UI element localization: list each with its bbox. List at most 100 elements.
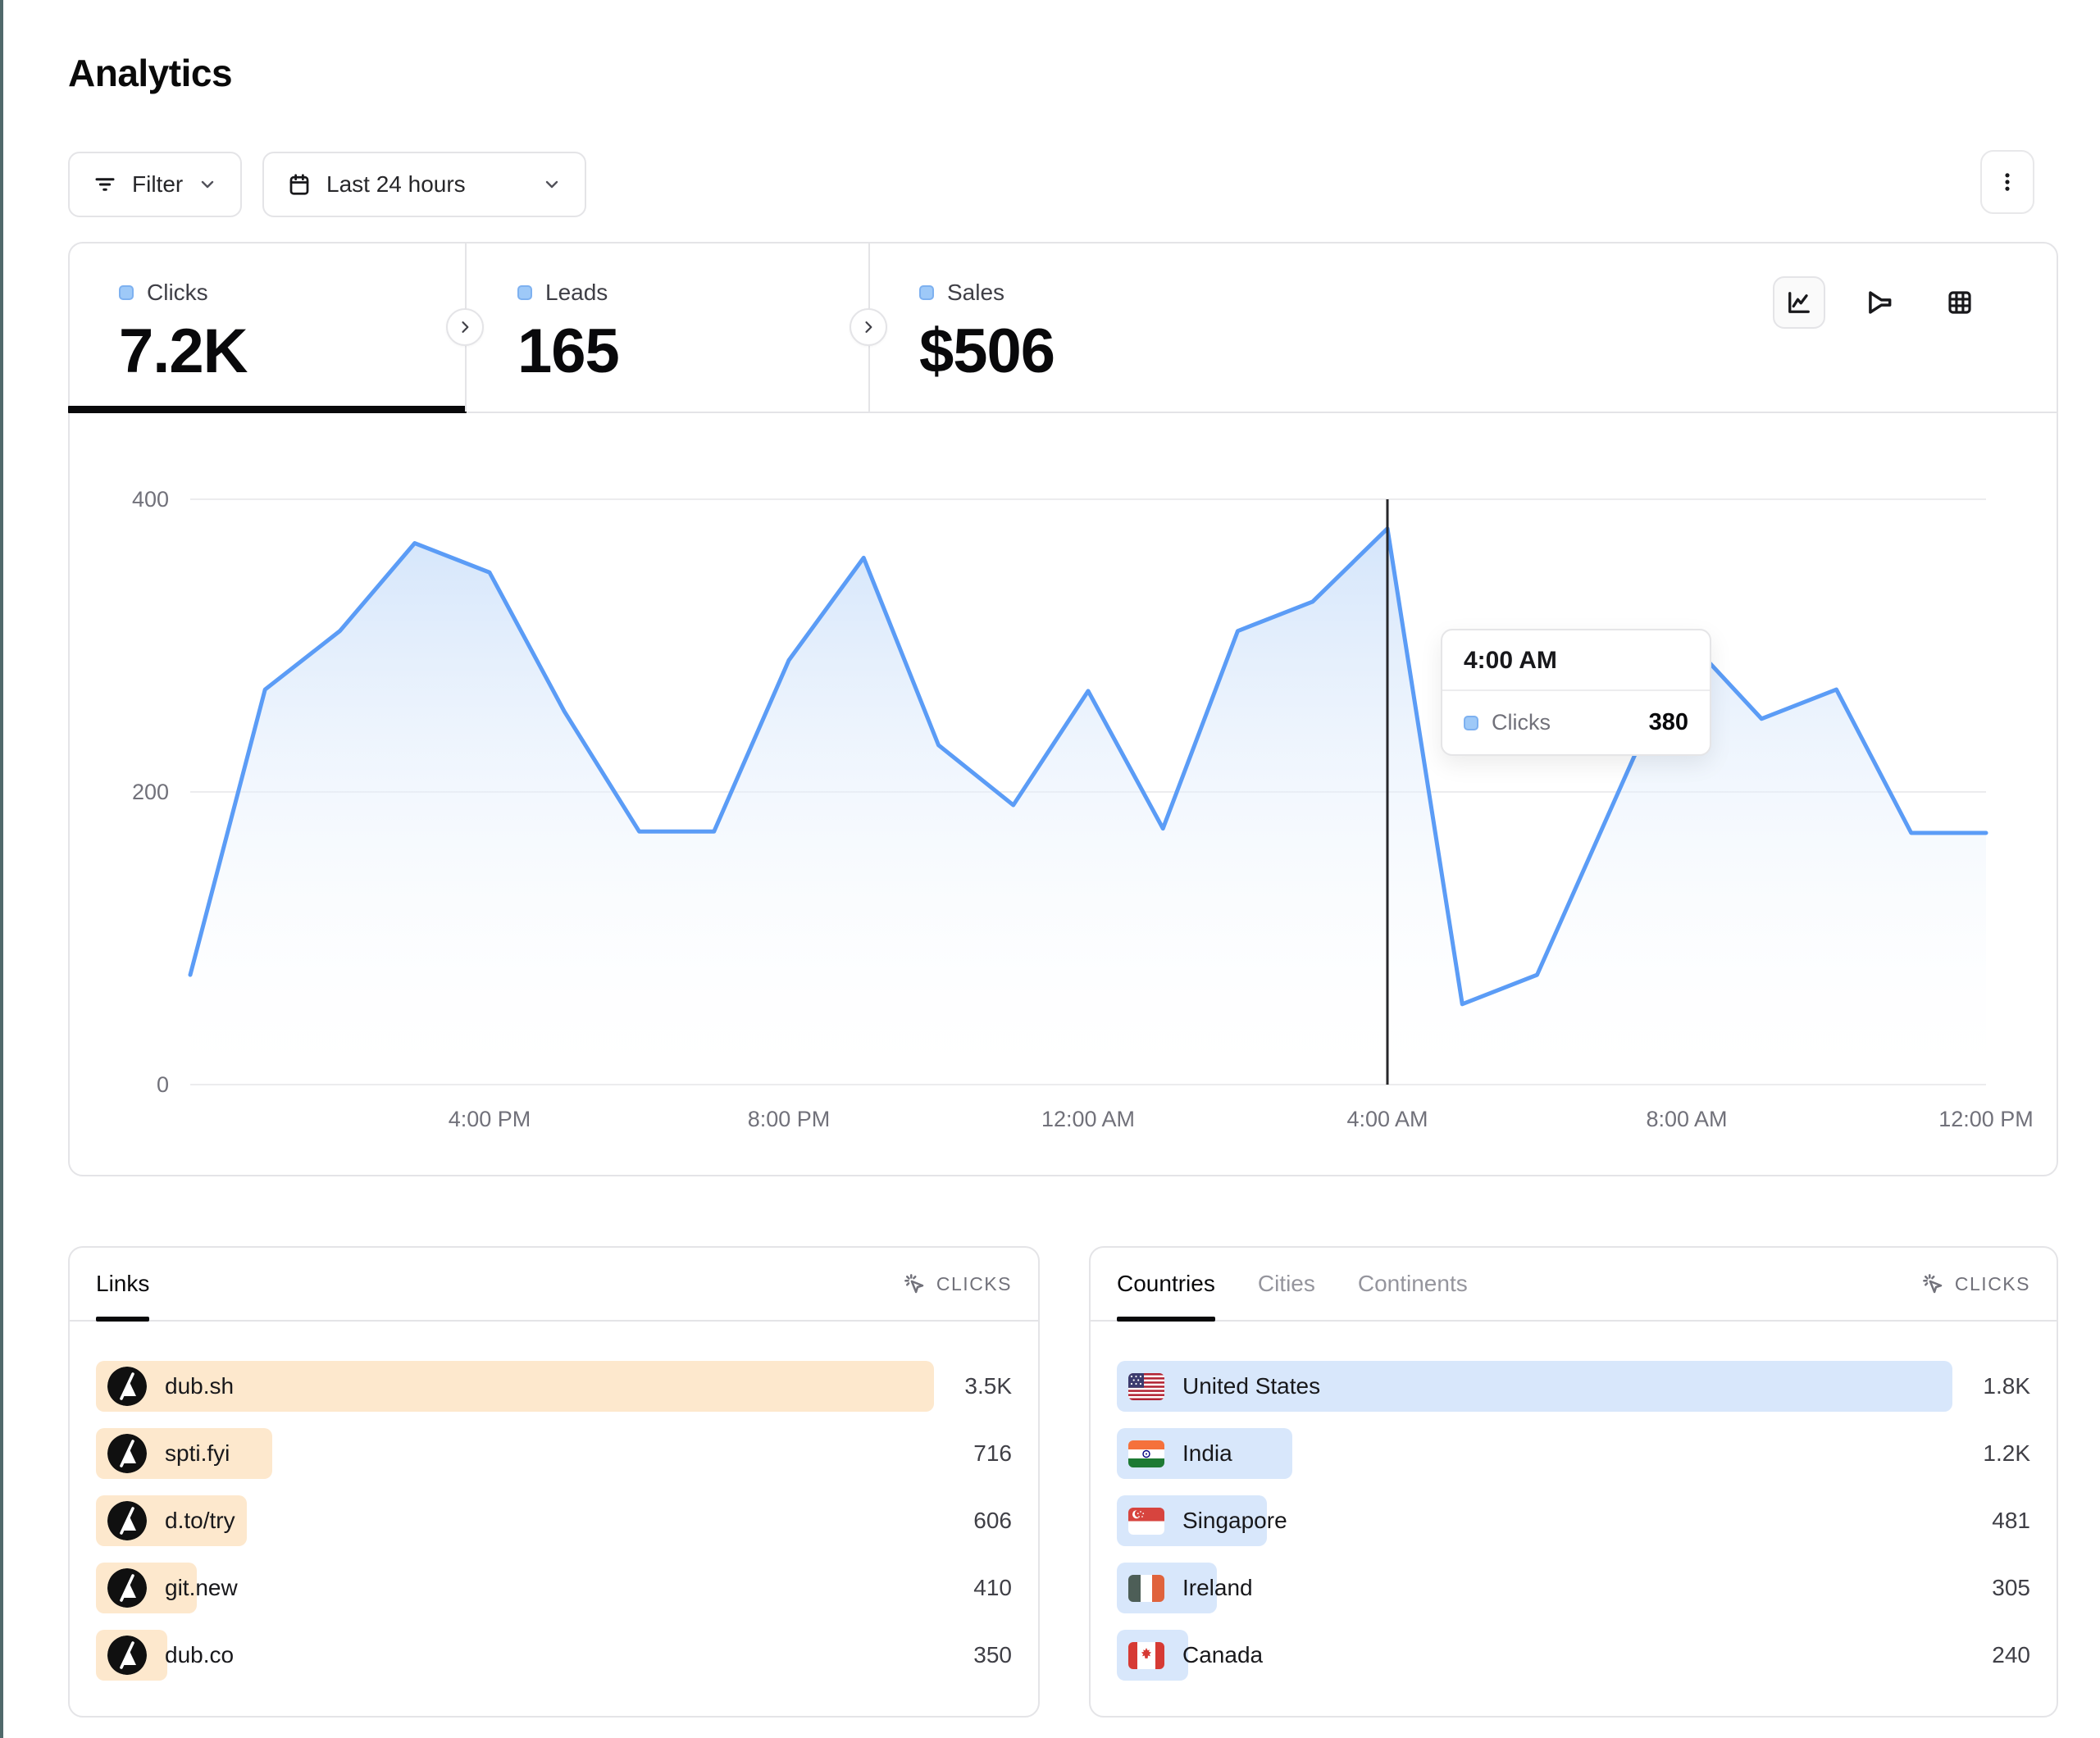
flag-united-states-icon: [1128, 1373, 1164, 1400]
link-label: dub.sh: [165, 1373, 234, 1399]
flag-india-icon: [1128, 1440, 1164, 1467]
country-label: Canada: [1182, 1642, 1263, 1668]
kebab-menu-icon: [1996, 171, 2019, 193]
tab-clicks[interactable]: Clicks 7.2K: [70, 243, 465, 412]
stats-tab-row: Clicks 7.2K Leads 165 Sales $506: [70, 243, 2057, 413]
filter-icon: [93, 172, 117, 197]
country-label: India: [1182, 1440, 1232, 1467]
svg-text:400: 400: [132, 487, 169, 512]
flag-ireland-icon: [1128, 1575, 1164, 1602]
chevron-down-icon: [542, 175, 562, 194]
link-clicks-value: 606: [973, 1495, 1012, 1546]
tab-countries[interactable]: Countries: [1117, 1248, 1215, 1320]
leads-tab-value: 165: [517, 316, 867, 387]
link-row[interactable]: dub.sh 3.5K: [96, 1361, 1012, 1412]
links-list: dub.sh 3.5K spti.fyi 716 d.to/try 606: [70, 1322, 1038, 1681]
table-grid-icon: [1945, 288, 1975, 317]
country-row[interactable]: India 1.2K: [1117, 1428, 2030, 1479]
filter-button[interactable]: Filter: [68, 152, 242, 217]
country-row[interactable]: United States 1.8K: [1117, 1361, 2030, 1412]
links-metric-selector[interactable]: CLICKS: [902, 1272, 1012, 1296]
country-label: United States: [1182, 1373, 1320, 1399]
dub-logo-icon: [107, 1501, 147, 1540]
country-row[interactable]: Singapore 481: [1117, 1495, 2030, 1546]
country-row[interactable]: Canada 240: [1117, 1630, 2030, 1681]
link-label: dub.co: [165, 1642, 234, 1668]
country-clicks-value: 305: [1992, 1563, 2030, 1613]
countries-list: United States 1.8K India 1.2K: [1091, 1322, 2057, 1681]
chevron-down-icon: [198, 175, 217, 194]
tab-cities[interactable]: Cities: [1258, 1248, 1315, 1320]
link-clicks-value: 350: [973, 1630, 1012, 1681]
tab-continents[interactable]: Continents: [1358, 1248, 1468, 1320]
country-clicks-value: 240: [1992, 1630, 2030, 1681]
dub-logo-icon: [107, 1434, 147, 1473]
flag-singapore-icon: [1128, 1508, 1164, 1535]
table-view-button[interactable]: [1934, 276, 1986, 329]
calendar-icon: [287, 172, 312, 197]
line-chart-icon: [1784, 288, 1814, 317]
sales-tab-value: $506: [919, 316, 1329, 387]
line-chart-view-button[interactable]: [1773, 276, 1825, 329]
svg-text:12:00 PM: 12:00 PM: [1938, 1107, 2034, 1131]
chart-view-switcher: [1773, 276, 1986, 329]
cursor-click-icon: [902, 1272, 927, 1296]
country-clicks-value: 1.2K: [1983, 1428, 2030, 1479]
link-row[interactable]: dub.co 350: [96, 1630, 1012, 1681]
flag-canada-icon: [1128, 1642, 1164, 1669]
country-clicks-value: 481: [1992, 1495, 2030, 1546]
link-row[interactable]: d.to/try 606: [96, 1495, 1012, 1546]
geo-metric-selector[interactable]: CLICKS: [1920, 1272, 2030, 1296]
country-row[interactable]: Ireland 305: [1117, 1563, 2030, 1613]
tooltip-time: 4:00 AM: [1442, 630, 1710, 691]
link-row[interactable]: spti.fyi 716: [96, 1428, 1012, 1479]
tab-leads[interactable]: Leads 165: [467, 243, 867, 412]
geo-card: Countries Cities Continents CLICKS: [1089, 1246, 2058, 1718]
clicks-legend-swatch: [119, 285, 134, 300]
continents-tab-label: Continents: [1358, 1271, 1468, 1297]
expand-clicks-button[interactable]: [446, 308, 484, 346]
funnel-icon: [1864, 287, 1895, 318]
window-edge-strip: [0, 0, 3, 1738]
leads-legend-swatch: [517, 285, 532, 300]
dub-logo-icon: [107, 1636, 147, 1675]
svg-text:0: 0: [157, 1072, 169, 1097]
chevron-right-icon: [457, 319, 473, 335]
analytics-card: Clicks 7.2K Leads 165 Sales $506: [68, 242, 2058, 1176]
filter-button-label: Filter: [132, 171, 183, 198]
chevron-right-icon: [860, 319, 877, 335]
more-options-button[interactable]: [1980, 150, 2034, 214]
geo-metric-label: CLICKS: [1955, 1273, 2030, 1295]
sales-legend-swatch: [919, 285, 934, 300]
tab-links[interactable]: Links: [96, 1248, 149, 1320]
svg-text:200: 200: [132, 780, 169, 804]
cities-tab-label: Cities: [1258, 1271, 1315, 1297]
expand-leads-button[interactable]: [850, 308, 887, 346]
dub-logo-icon: [107, 1568, 147, 1608]
cursor-click-icon: [1920, 1272, 1945, 1296]
links-card: Links CLICKS dub.sh 3.5K: [68, 1246, 1040, 1718]
svg-text:8:00 PM: 8:00 PM: [748, 1107, 831, 1131]
sales-tab-label: Sales: [947, 280, 1004, 306]
date-range-label: Last 24 hours: [326, 171, 466, 198]
date-range-button[interactable]: Last 24 hours: [262, 152, 586, 217]
links-metric-label: CLICKS: [936, 1273, 1012, 1295]
tab-sales[interactable]: Sales $506: [870, 243, 1329, 412]
clicks-tab-value: 7.2K: [119, 316, 465, 387]
countries-tab-label: Countries: [1117, 1271, 1215, 1297]
funnel-view-button[interactable]: [1853, 276, 1906, 329]
svg-text:4:00 AM: 4:00 AM: [1346, 1107, 1428, 1131]
country-label: Ireland: [1182, 1575, 1253, 1601]
clicks-area-chart[interactable]: 02004004:00 PM8:00 PM12:00 AM4:00 AM8:00…: [70, 412, 2057, 1175]
link-clicks-value: 716: [973, 1428, 1012, 1479]
link-row[interactable]: git.new 410: [96, 1563, 1012, 1613]
svg-text:8:00 AM: 8:00 AM: [1646, 1107, 1727, 1131]
tooltip-value: 380: [1649, 709, 1688, 736]
country-label: Singapore: [1182, 1508, 1287, 1534]
svg-text:4:00 PM: 4:00 PM: [449, 1107, 531, 1131]
tooltip-series-label: Clicks: [1492, 710, 1636, 735]
link-clicks-value: 410: [973, 1563, 1012, 1613]
link-clicks-value: 3.5K: [964, 1361, 1012, 1412]
leads-tab-label: Leads: [545, 280, 608, 306]
link-label: spti.fyi: [165, 1440, 230, 1467]
